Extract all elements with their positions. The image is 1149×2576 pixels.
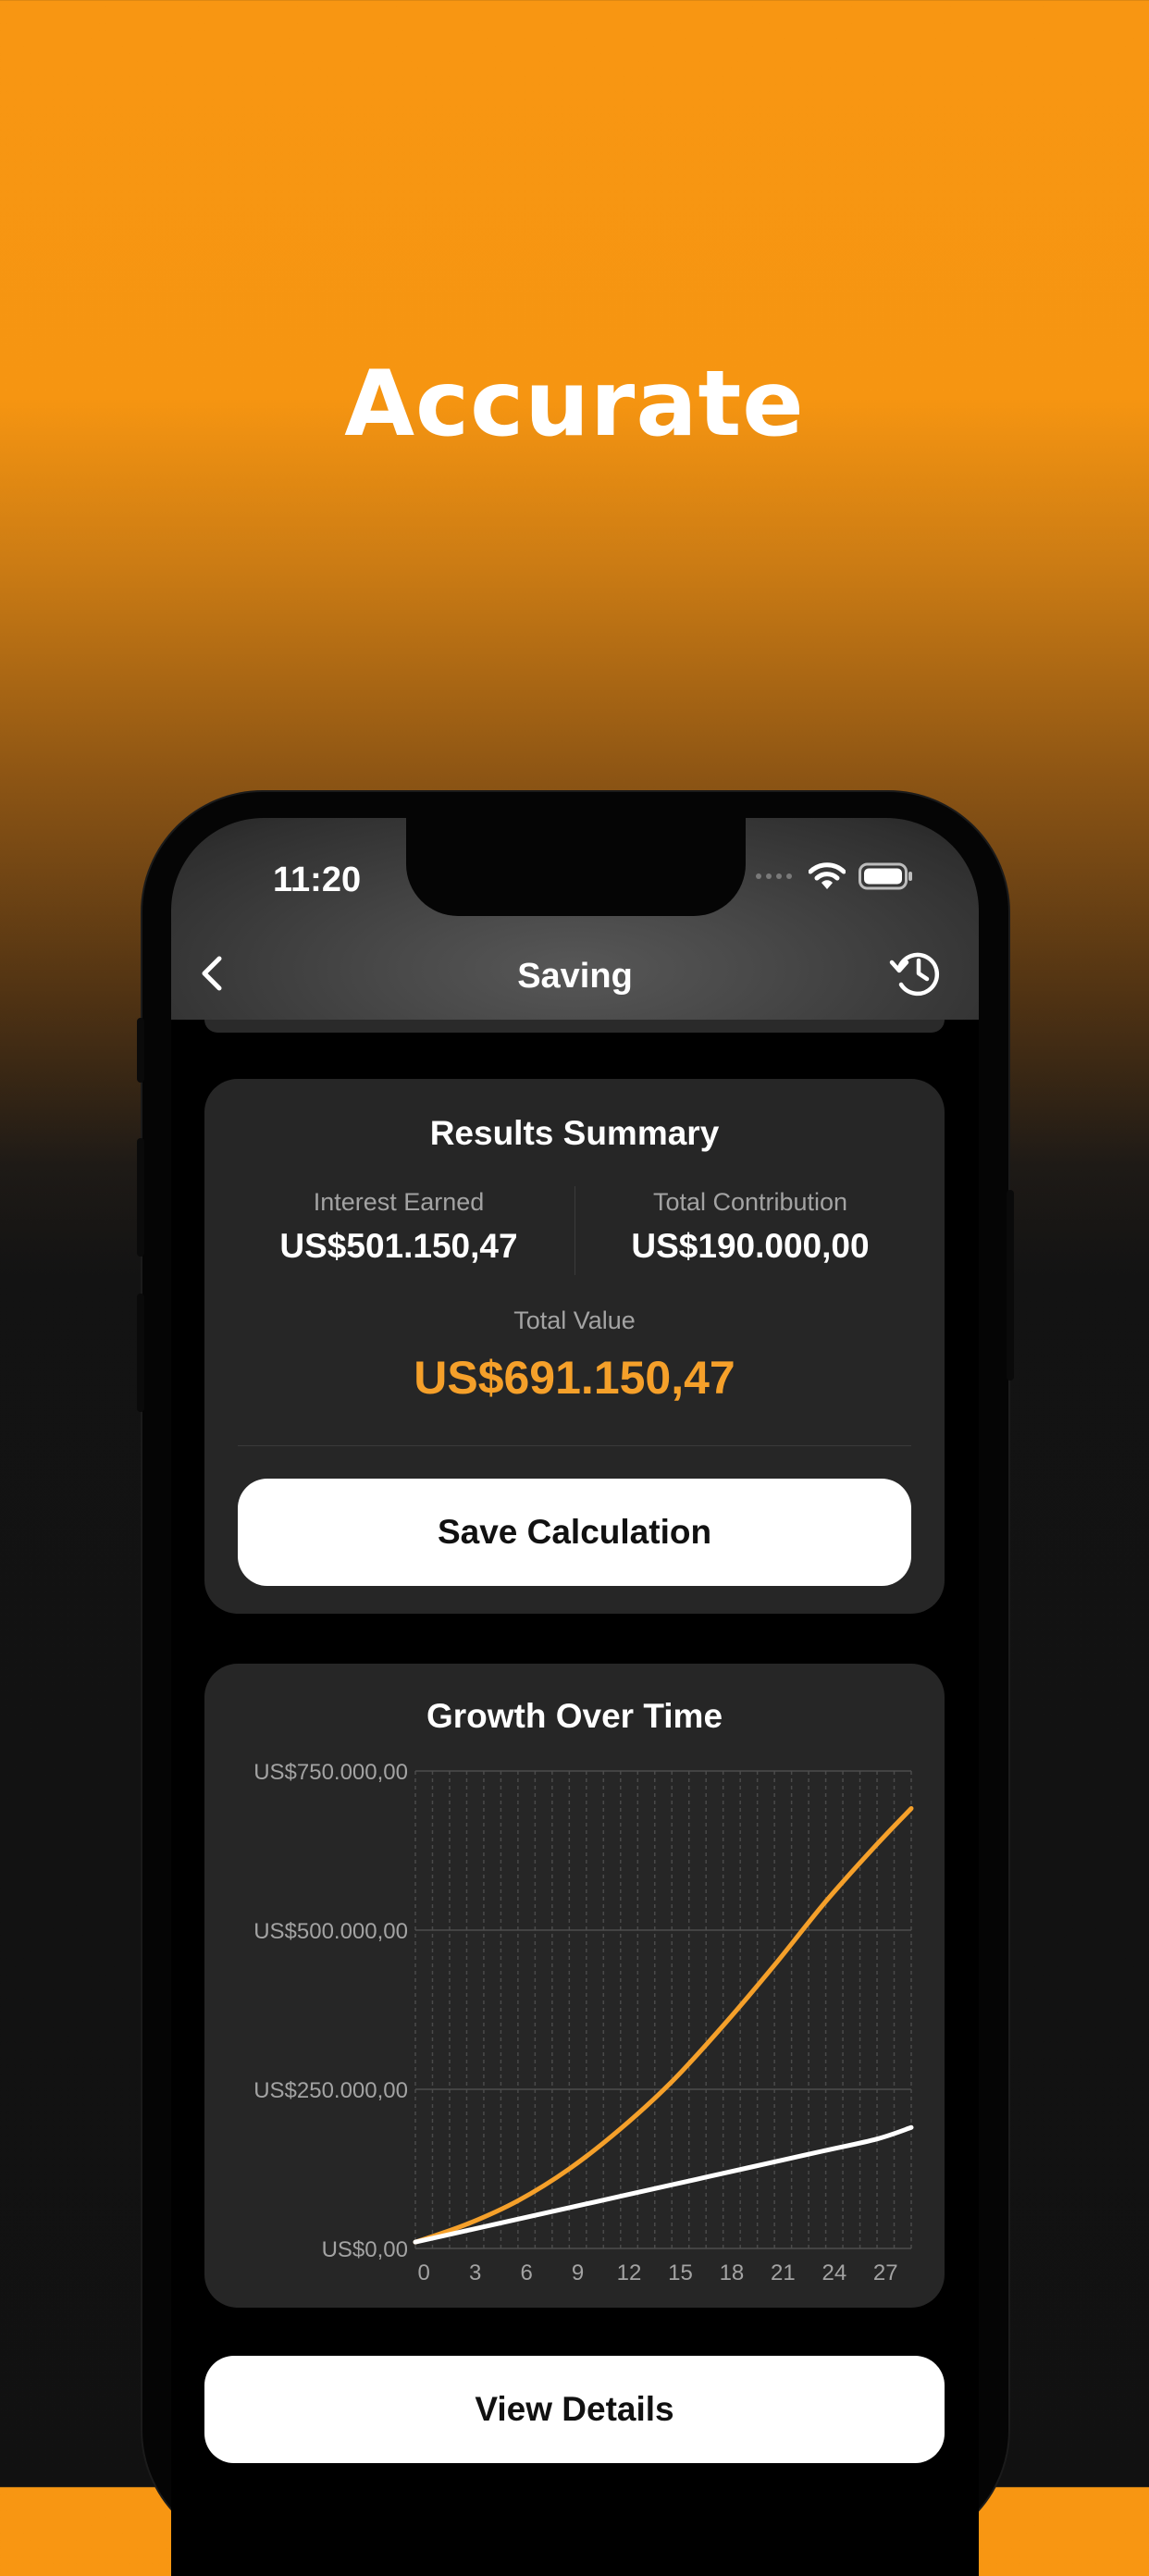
x-tick-label: 27 bbox=[873, 2260, 898, 2285]
page-title: Saving bbox=[517, 957, 633, 996]
x-tick-label: 12 bbox=[617, 2260, 642, 2285]
summary-divider bbox=[238, 1445, 911, 1446]
history-button[interactable] bbox=[888, 944, 945, 1001]
contribution-series-line bbox=[413, 2124, 914, 2245]
interest-earned-value: US$501.150,47 bbox=[279, 1227, 518, 1265]
phone-screen: 11:20 Saving Results Summary Interest Ea… bbox=[171, 818, 979, 2576]
y-tick-label: US$250.000,00 bbox=[253, 2078, 408, 2103]
interest-earned-label: Interest Earned bbox=[313, 1188, 485, 1216]
phone-power-button bbox=[1007, 1190, 1014, 1381]
growth-chart-card: Growth Over Time US$0,00 US$250.000,00 US$… bbox=[204, 1664, 945, 2308]
x-tick-label: 21 bbox=[771, 2260, 796, 2285]
total-value-series-line bbox=[413, 1805, 914, 2245]
x-tick-label: 9 bbox=[572, 2260, 584, 2285]
total-value-label: Total Value bbox=[513, 1307, 636, 1334]
y-tick-label: US$0,00 bbox=[322, 2237, 408, 2262]
y-tick-label: US$750.000,00 bbox=[253, 1760, 408, 1785]
phone-side-button bbox=[137, 1018, 144, 1083]
phone-volume-up bbox=[137, 1138, 144, 1257]
y-tick-label: US$500.000,00 bbox=[253, 1919, 408, 1944]
previous-card-edge bbox=[204, 1020, 945, 1033]
history-icon bbox=[889, 952, 940, 997]
phone-volume-down bbox=[137, 1294, 144, 1412]
save-calculation-button[interactable]: Save Calculation bbox=[238, 1479, 911, 1586]
status-time: 11:20 bbox=[273, 861, 362, 899]
cellular-signal-icon bbox=[756, 873, 792, 879]
wifi-icon bbox=[809, 862, 846, 889]
total-contribution-label: Total Contribution bbox=[652, 1188, 848, 1216]
x-tick-label: 15 bbox=[668, 2260, 693, 2285]
results-summary-title: Results Summary bbox=[429, 1114, 720, 1152]
x-tick-label: 3 bbox=[469, 2260, 481, 2285]
x-tick-label: 6 bbox=[520, 2260, 532, 2285]
x-tick-label: 0 bbox=[418, 2260, 430, 2285]
total-value-amount: US$691.150,47 bbox=[414, 1352, 735, 1404]
results-summary-card: Results Summary Interest Earned US$501.1… bbox=[204, 1079, 945, 1614]
growth-chart: US$0,00 US$250.000,00 US$500.000,00 US$750.… bbox=[253, 1760, 914, 2285]
navigation-header: 11:20 Saving bbox=[171, 818, 979, 1020]
view-details-button[interactable]: View Details bbox=[204, 2356, 945, 2463]
x-tick-label: 18 bbox=[720, 2260, 745, 2285]
x-tick-label: 24 bbox=[822, 2260, 846, 2285]
total-contribution-value: US$190.000,00 bbox=[631, 1227, 870, 1265]
battery-icon bbox=[859, 862, 912, 890]
status-icons bbox=[755, 862, 914, 890]
notch bbox=[406, 818, 746, 916]
headline: Accurate bbox=[344, 352, 805, 457]
